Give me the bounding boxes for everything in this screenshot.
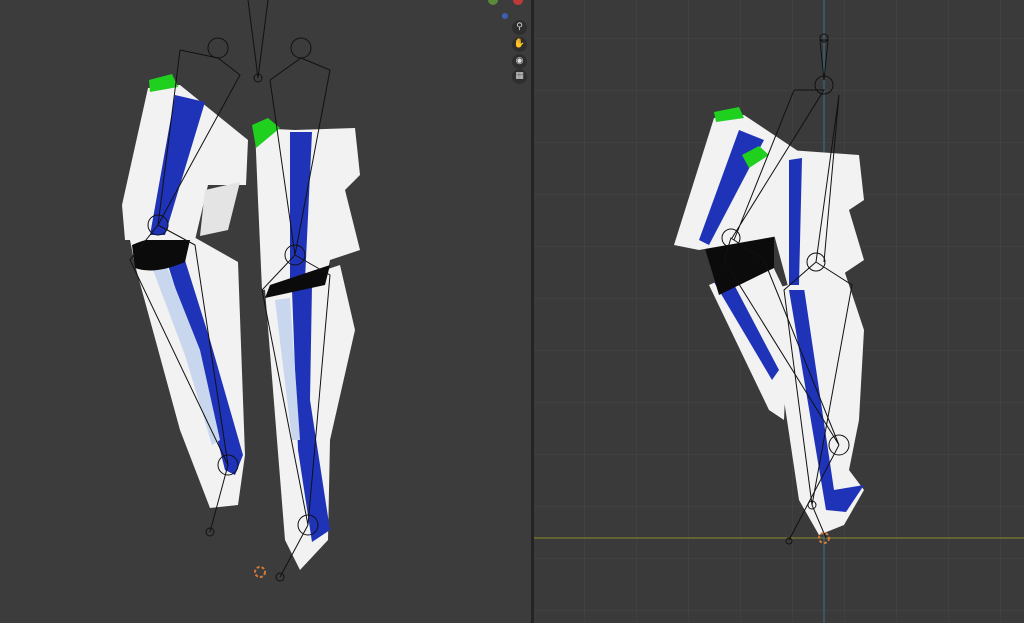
axis-y-dot[interactable] — [488, 0, 498, 5]
leg-model-right — [534, 0, 1024, 623]
viewport-right[interactable] — [534, 0, 1024, 623]
camera-icon[interactable]: ◉ — [512, 54, 527, 69]
axis-x-dot[interactable] — [513, 0, 523, 5]
leg-2 — [252, 118, 360, 570]
viewport-left[interactable]: ⚲ ✋ ◉ ▦ — [0, 0, 531, 623]
hand-pan-icon[interactable]: ✋ — [512, 37, 527, 52]
leg-1 — [122, 74, 248, 508]
3d-cursor-icon[interactable] — [254, 566, 266, 578]
grid-ortho-icon[interactable]: ▦ — [512, 69, 527, 84]
axis-z-dot[interactable] — [502, 13, 508, 19]
leg-model-left — [122, 0, 523, 582]
zoom-icon[interactable]: ⚲ — [512, 20, 527, 35]
